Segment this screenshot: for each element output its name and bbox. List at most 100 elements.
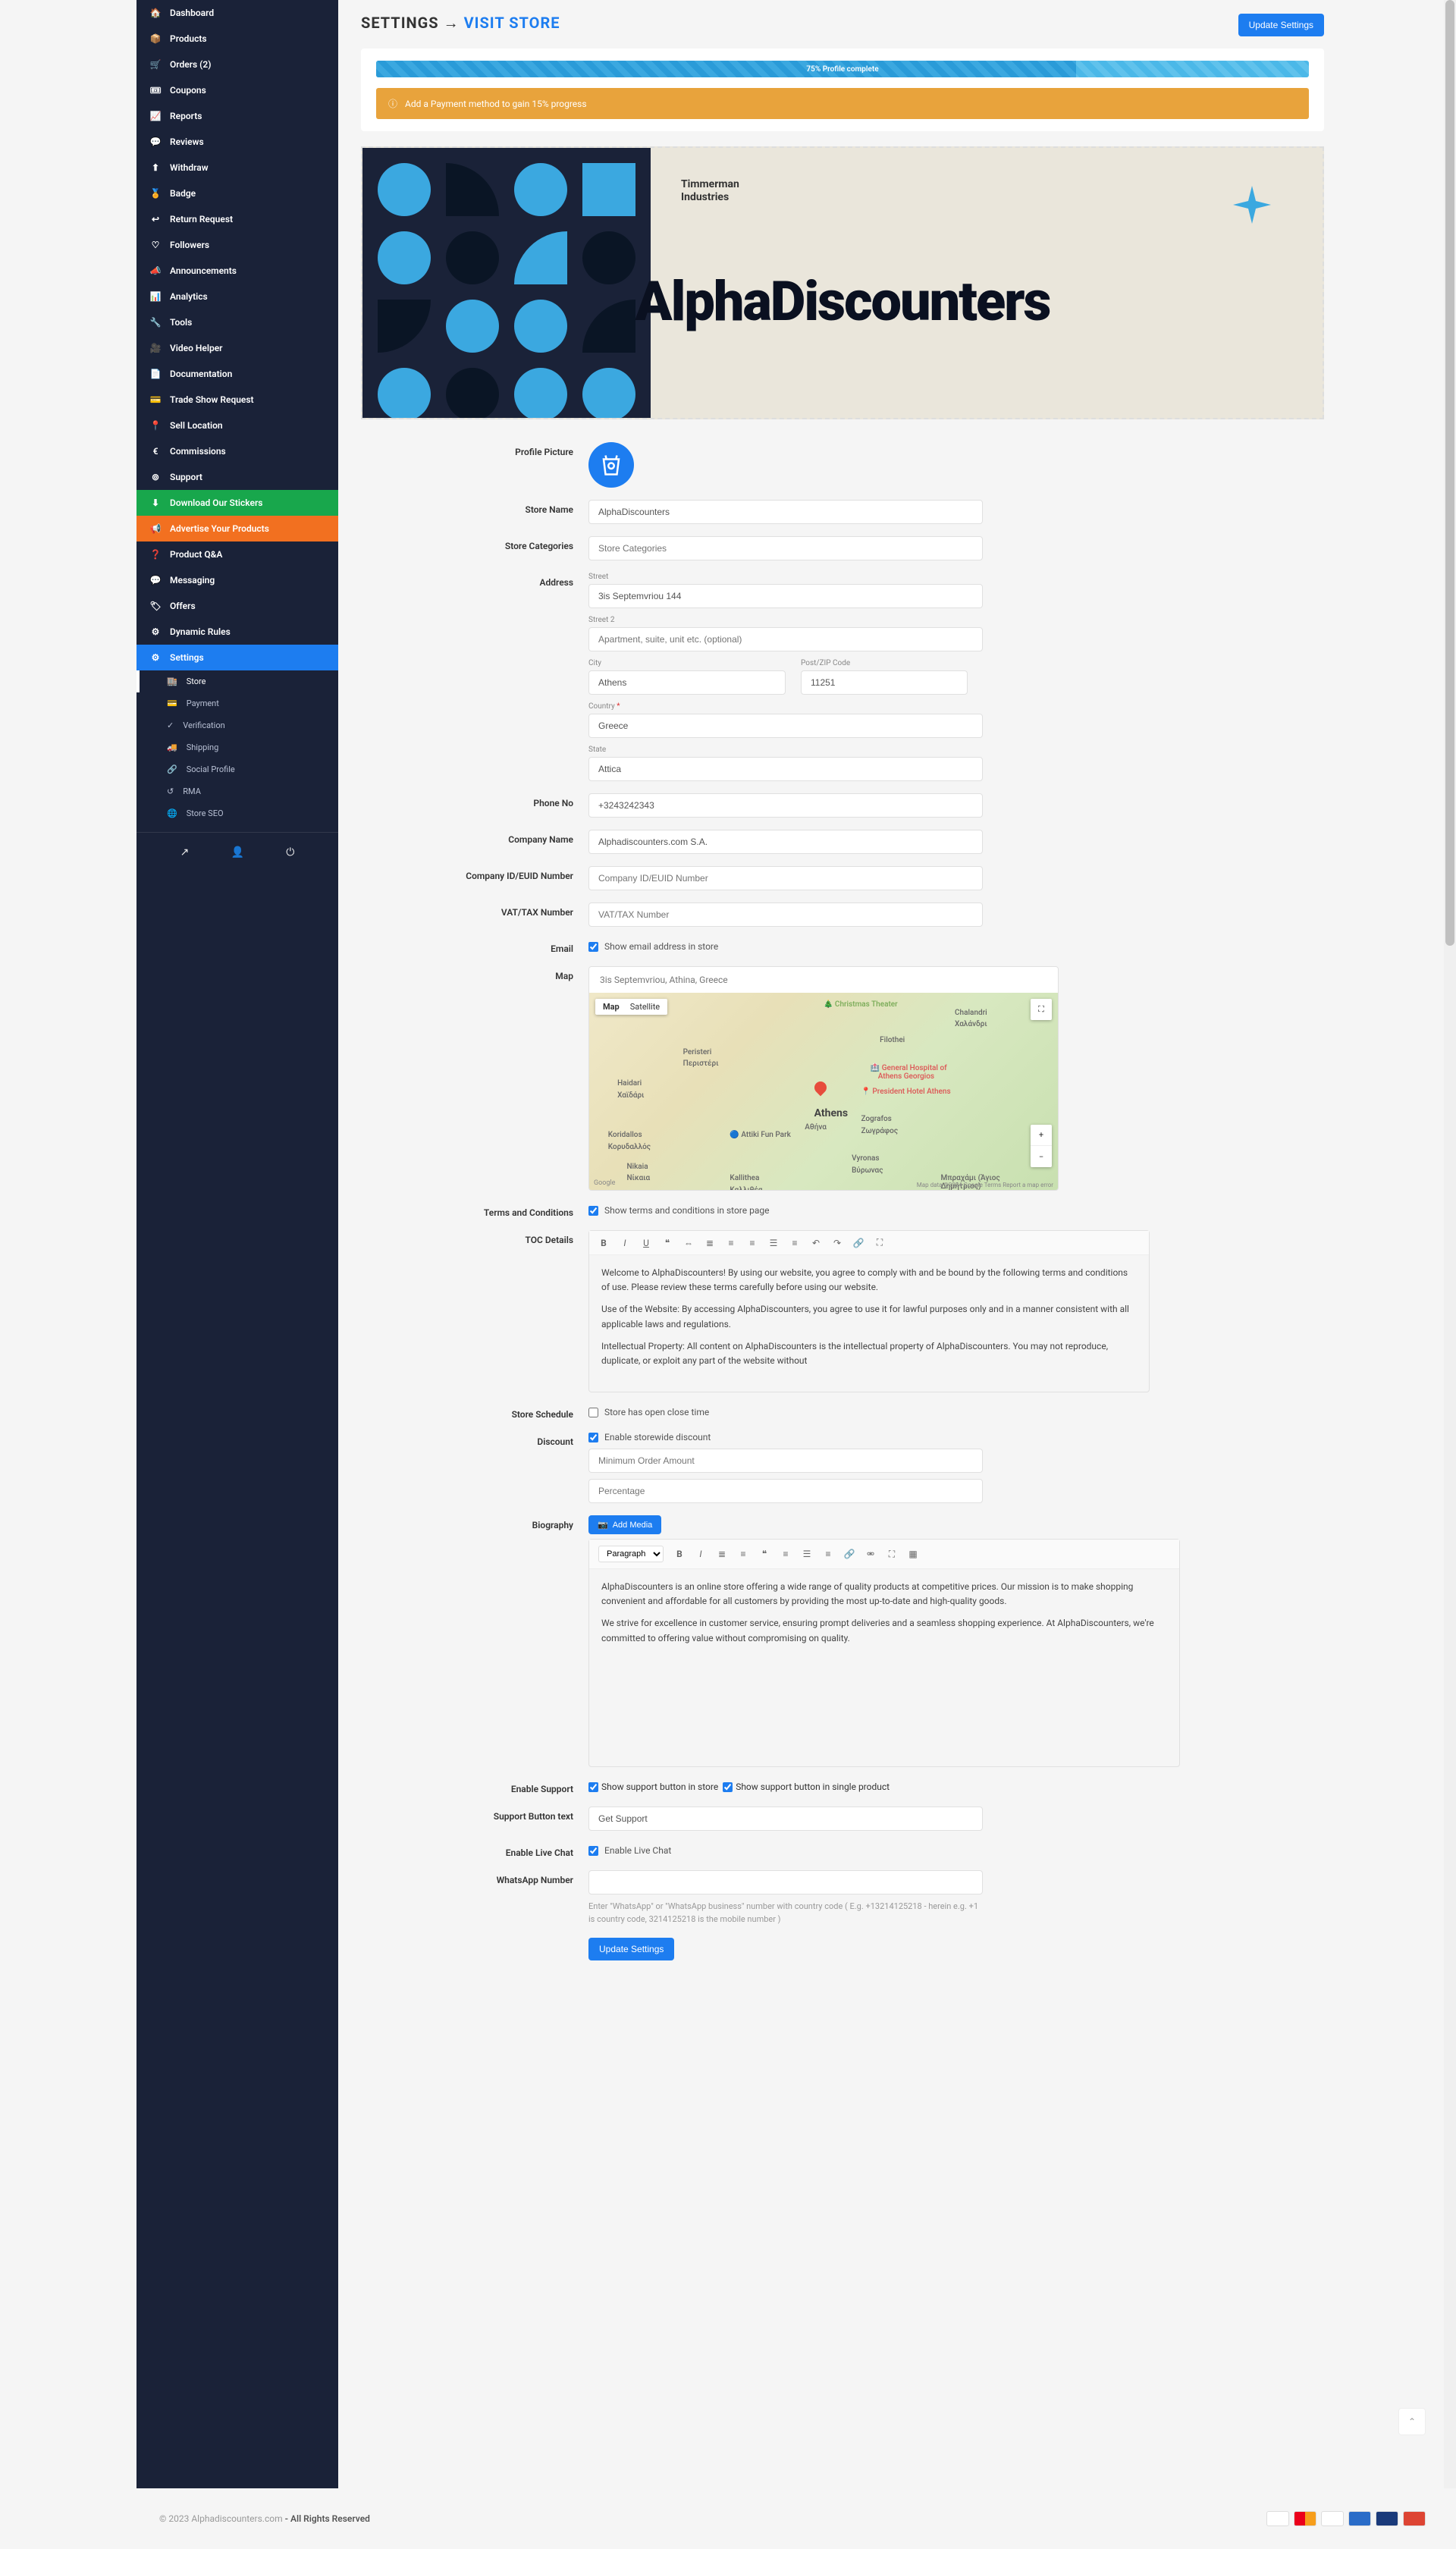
sidebar-item-commissions[interactable]: €Commissions bbox=[136, 438, 338, 464]
vat-input[interactable] bbox=[588, 903, 983, 927]
sidebar-item-download-our-stickers[interactable]: ⬇Download Our Stickers bbox=[136, 490, 338, 516]
align-left-icon[interactable]: ≡ bbox=[780, 1549, 791, 1559]
bold-icon[interactable]: B bbox=[598, 1238, 609, 1248]
percentage-input[interactable] bbox=[588, 1479, 983, 1503]
align-center-icon[interactable]: ☰ bbox=[768, 1238, 779, 1248]
code-icon[interactable]: ⇔ bbox=[683, 1238, 694, 1248]
sidebar-item-reviews[interactable]: 💬Reviews bbox=[136, 129, 338, 155]
page-scrollbar[interactable] bbox=[1444, 0, 1456, 2488]
sidebar-item-announcements[interactable]: 📣Announcements bbox=[136, 258, 338, 284]
bio-editor-body[interactable]: AlphaDiscounters is an online store offe… bbox=[589, 1569, 1179, 1766]
italic-icon[interactable]: I bbox=[695, 1549, 706, 1559]
user-icon[interactable]: 👤 bbox=[231, 846, 244, 859]
add-media-button[interactable]: 📷 Add Media bbox=[588, 1515, 661, 1534]
phone-input[interactable] bbox=[588, 793, 983, 818]
store-banner[interactable]: Timmerman Industries AlphaDiscounters bbox=[361, 146, 1324, 419]
subnav-verification[interactable]: ✓Verification bbox=[136, 714, 338, 736]
store-name-input[interactable] bbox=[588, 500, 983, 524]
align-right-icon[interactable]: ≡ bbox=[823, 1549, 833, 1559]
map-tab-satellite[interactable]: Satellite bbox=[630, 1002, 660, 1012]
profile-avatar[interactable] bbox=[588, 442, 634, 488]
sidebar-item-return-request[interactable]: ↩Return Request bbox=[136, 206, 338, 232]
sidebar-item-advertise-your-products[interactable]: 📢Advertise Your Products bbox=[136, 516, 338, 542]
map-search-input[interactable]: 3is Septemvriou, Athina, Greece bbox=[589, 967, 1058, 993]
sidebar-item-offers[interactable]: 🏷Offers bbox=[136, 593, 338, 619]
support-store-checkbox[interactable] bbox=[588, 1782, 598, 1792]
support-single-checkbox[interactable] bbox=[723, 1782, 733, 1792]
list-ul-icon[interactable]: ≣ bbox=[717, 1549, 727, 1559]
subnav-store-seo[interactable]: 🌐Store SEO bbox=[136, 802, 338, 824]
sidebar-item-orders-2-[interactable]: 🛒Orders (2) bbox=[136, 52, 338, 77]
link-icon[interactable]: 🔗 bbox=[853, 1238, 864, 1248]
discount-checkbox[interactable] bbox=[588, 1433, 598, 1442]
scroll-top-button[interactable]: ⌃ bbox=[1398, 2408, 1426, 2435]
align-left-icon[interactable]: ≡ bbox=[747, 1238, 758, 1248]
sidebar-item-followers[interactable]: ♡Followers bbox=[136, 232, 338, 258]
map-tab-map[interactable]: Map bbox=[603, 1002, 620, 1012]
subnav-store[interactable]: 🏬Store bbox=[136, 670, 338, 692]
subnav-shipping[interactable]: 🚚Shipping bbox=[136, 736, 338, 758]
subnav-social-profile[interactable]: 🔗Social Profile bbox=[136, 758, 338, 780]
sidebar-item-documentation[interactable]: 📄Documentation bbox=[136, 361, 338, 387]
list-ol-icon[interactable]: ≡ bbox=[738, 1549, 748, 1559]
list-ol-icon[interactable]: ≡ bbox=[726, 1238, 736, 1248]
payment-notice[interactable]: ⓘ Add a Payment method to gain 15% progr… bbox=[376, 88, 1309, 119]
live-chat-checkbox[interactable] bbox=[588, 1846, 598, 1856]
support-text-input[interactable] bbox=[588, 1807, 983, 1831]
show-email-checkbox[interactable] bbox=[588, 942, 598, 952]
sidebar-item-messaging[interactable]: 💬Messaging bbox=[136, 567, 338, 593]
company-name-input[interactable] bbox=[588, 830, 983, 854]
sidebar-item-dashboard[interactable]: 🏠Dashboard bbox=[136, 0, 338, 26]
more-icon[interactable]: ▦ bbox=[908, 1549, 918, 1559]
fullscreen-icon[interactable]: ⛶ bbox=[1031, 999, 1052, 1020]
quote-icon[interactable]: ❝ bbox=[759, 1549, 770, 1559]
sidebar-item-analytics[interactable]: 📊Analytics bbox=[136, 284, 338, 309]
paragraph-select[interactable]: Paragraph bbox=[598, 1546, 664, 1562]
italic-icon[interactable]: I bbox=[620, 1238, 630, 1248]
quote-icon[interactable]: ❝ bbox=[662, 1238, 673, 1248]
sidebar-item-sell-location[interactable]: 📍Sell Location bbox=[136, 413, 338, 438]
update-settings-button-top[interactable]: Update Settings bbox=[1238, 14, 1324, 36]
sidebar-item-video-helper[interactable]: 🎥Video Helper bbox=[136, 335, 338, 361]
sidebar-item-product-q-a[interactable]: ❓Product Q&A bbox=[136, 542, 338, 567]
subnav-rma[interactable]: ↺RMA bbox=[136, 780, 338, 802]
company-id-input[interactable] bbox=[588, 866, 983, 890]
bold-icon[interactable]: B bbox=[674, 1549, 685, 1559]
state-input[interactable] bbox=[588, 757, 983, 781]
underline-icon[interactable]: U bbox=[641, 1238, 651, 1248]
sidebar-item-withdraw[interactable]: ⬆Withdraw bbox=[136, 155, 338, 181]
fullscreen-icon[interactable]: ⛶ bbox=[886, 1549, 897, 1560]
zoom-in-icon[interactable]: + bbox=[1031, 1125, 1052, 1146]
power-icon[interactable]: ⏻ bbox=[286, 846, 294, 859]
zoom-out-icon[interactable]: − bbox=[1031, 1146, 1052, 1167]
sidebar-item-reports[interactable]: 📈Reports bbox=[136, 103, 338, 129]
redo-icon[interactable]: ↷ bbox=[832, 1238, 843, 1248]
update-settings-button-bottom[interactable]: Update Settings bbox=[588, 1938, 674, 1960]
sidebar-item-coupons[interactable]: 🎟Coupons bbox=[136, 77, 338, 103]
sidebar-item-settings[interactable]: ⚙Settings bbox=[136, 645, 338, 670]
link-icon[interactable]: 🔗 bbox=[844, 1549, 855, 1559]
undo-icon[interactable]: ↶ bbox=[811, 1238, 821, 1248]
sidebar-item-dynamic-rules[interactable]: ⚙Dynamic Rules bbox=[136, 619, 338, 645]
subnav-payment[interactable]: 💳Payment bbox=[136, 692, 338, 714]
visit-store-link[interactable]: VISIT STORE bbox=[464, 14, 560, 32]
align-center-icon[interactable]: ☰ bbox=[802, 1549, 812, 1559]
country-input[interactable] bbox=[588, 714, 983, 738]
external-link-icon[interactable]: ↗ bbox=[180, 846, 190, 859]
schedule-checkbox[interactable] bbox=[588, 1408, 598, 1417]
expand-icon[interactable]: ⛶ bbox=[874, 1237, 885, 1248]
whatsapp-input[interactable] bbox=[588, 1870, 983, 1894]
street-input[interactable] bbox=[588, 584, 983, 608]
list-ul-icon[interactable]: ≣ bbox=[704, 1238, 715, 1248]
sidebar-item-tools[interactable]: 🔧Tools bbox=[136, 309, 338, 335]
store-categories-input[interactable] bbox=[588, 536, 983, 560]
align-right-icon[interactable]: ≡ bbox=[789, 1238, 800, 1248]
sidebar-item-support[interactable]: ⊚Support bbox=[136, 464, 338, 490]
toc-editor-body[interactable]: Welcome to AlphaDiscounters! By using ou… bbox=[589, 1255, 1149, 1392]
map-canvas[interactable]: Map Satellite ⛶ + − Athens Αθήνα Periste… bbox=[589, 993, 1058, 1190]
sidebar-item-badge[interactable]: 🏅Badge bbox=[136, 181, 338, 206]
street2-input[interactable] bbox=[588, 627, 983, 651]
sidebar-item-products[interactable]: 📦Products bbox=[136, 26, 338, 52]
post-input[interactable] bbox=[801, 670, 968, 695]
min-order-input[interactable] bbox=[588, 1449, 983, 1473]
